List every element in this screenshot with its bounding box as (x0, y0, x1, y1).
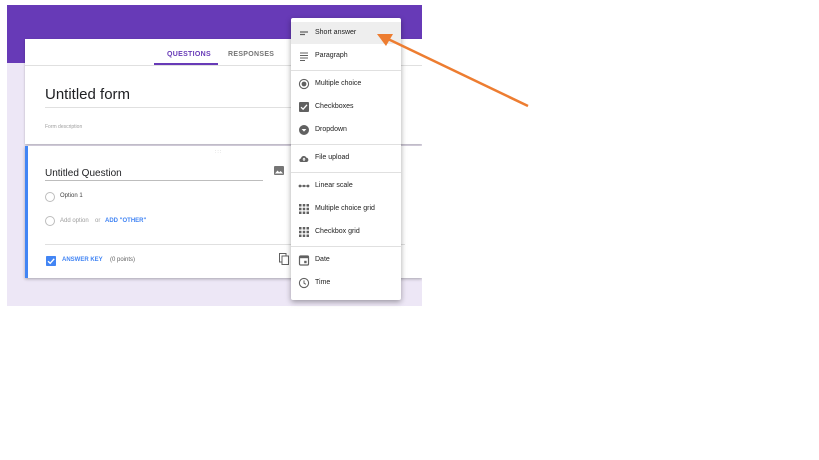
annotation-arrow (377, 34, 529, 108)
